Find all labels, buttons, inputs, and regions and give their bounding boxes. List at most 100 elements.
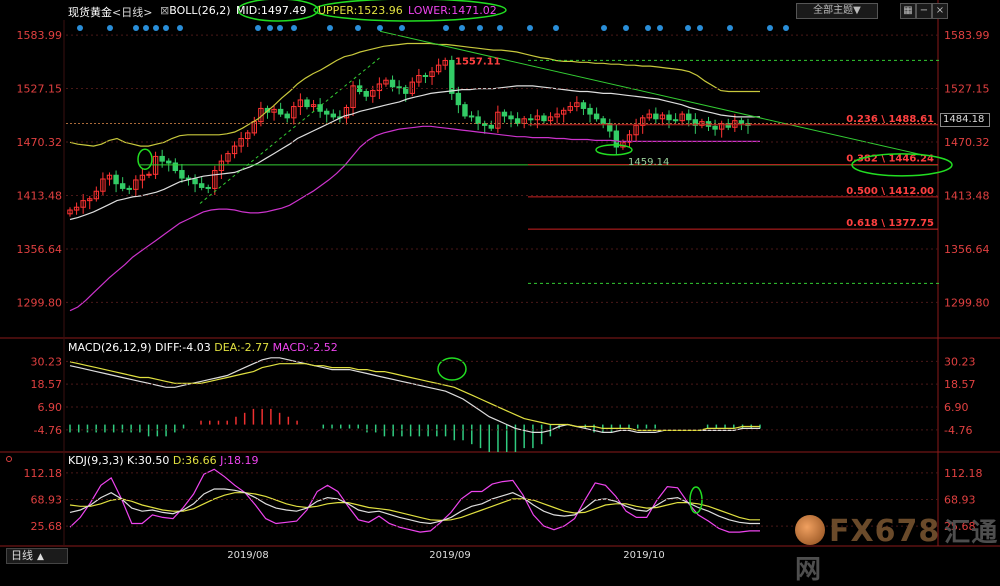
event-dot	[399, 25, 405, 31]
y-tick-label-right: 1583.99	[944, 29, 990, 42]
y-tick-label-right: 1299.80	[944, 296, 990, 309]
event-dot	[277, 25, 283, 31]
candle	[284, 113, 290, 119]
settings-dot-icon	[6, 456, 12, 462]
candle	[468, 115, 475, 118]
y-tick-label: 1470.32	[17, 136, 63, 149]
candle	[113, 174, 119, 185]
boll-mid-value: MID:1497.49	[236, 4, 307, 17]
grid-icon[interactable]: ▦	[900, 3, 916, 19]
candle	[508, 115, 514, 120]
macd-diff-value: DIFF:-4.03	[155, 341, 211, 354]
theme-button[interactable]: 全部主题▼	[796, 3, 878, 19]
y-tick-label-right: 6.90	[944, 401, 969, 414]
fib-level-label: 0.500 \ 1412.00	[846, 186, 934, 197]
logo-icon	[795, 515, 825, 545]
kdj-title: KDJ(9,3,3)	[68, 454, 124, 467]
y-tick-label-right: -4.76	[944, 424, 972, 437]
event-dot	[377, 25, 383, 31]
kdj-j-line	[69, 468, 760, 533]
macd-dea-value: DEA:-2.77	[214, 341, 270, 354]
event-dot	[527, 25, 533, 31]
candle	[172, 162, 179, 172]
candle	[146, 173, 152, 176]
event-dot	[685, 25, 691, 31]
candle	[712, 125, 718, 130]
candle	[686, 113, 692, 121]
high-price-label: 1557.11	[455, 56, 501, 67]
candle	[396, 86, 402, 89]
candle	[179, 170, 185, 179]
x-tick-label: 2019/09	[429, 550, 471, 561]
y-tick-label: 25.68	[31, 520, 63, 533]
y-tick-label: 112.18	[24, 467, 63, 480]
y-tick-label-right: 1470.32	[944, 136, 990, 149]
instrument-title: 现货黄金<日线>	[68, 4, 152, 20]
period-tab[interactable]: 日线 ▲	[6, 548, 68, 564]
kdj-header: KDJ(9,3,3) K:30.50 D:36.66 J:18.19	[68, 454, 259, 467]
y-tick-label: 30.23	[31, 355, 63, 368]
annotation-circle	[137, 148, 153, 170]
boll-mid-line	[69, 85, 760, 221]
y-tick-label-right: 68.93	[944, 494, 976, 507]
fib-level-label: 0.618 \ 1377.75	[846, 218, 934, 229]
boll-upper-value: UPPER:1523.96	[318, 4, 403, 17]
chart-canvas: 0.236 \ 1488.610.382 \ 1446.240.500 \ 14…	[0, 0, 1000, 561]
y-tick-label-right: 112.18	[944, 467, 983, 480]
candle	[324, 110, 330, 115]
candle	[205, 186, 211, 189]
y-tick-label: 1413.48	[17, 189, 63, 202]
candle	[277, 108, 284, 115]
event-dot	[153, 25, 159, 31]
candle	[422, 75, 429, 78]
candle	[672, 119, 679, 122]
y-tick-label-right: 1356.64	[944, 243, 990, 256]
event-dot	[783, 25, 789, 31]
candle	[455, 92, 462, 106]
fib-level-label: 0.236 \ 1488.61	[846, 114, 934, 125]
event-dot	[107, 25, 113, 31]
kdj-d-value: D:36.66	[172, 454, 217, 467]
candle	[192, 178, 198, 185]
event-dot	[143, 25, 149, 31]
y-tick-label-right: 18.57	[944, 378, 976, 391]
kdj-panel	[6, 456, 760, 533]
candle	[462, 104, 468, 117]
minimize-icon[interactable]: −	[916, 3, 932, 19]
y-tick-label: 1356.64	[17, 243, 63, 256]
candle	[580, 102, 587, 109]
macd-dea-line	[69, 361, 760, 431]
event-dot	[623, 25, 629, 31]
macd-title: MACD(26,12,9)	[68, 341, 152, 354]
dashed-trendline	[199, 57, 381, 204]
candle	[304, 99, 310, 108]
event-dot	[727, 25, 733, 31]
price-panel: 0.236 \ 1488.610.382 \ 1446.240.500 \ 14…	[66, 0, 953, 312]
current-price-tag: 1484.18	[940, 113, 990, 127]
kdj-k-value: K:30.50	[127, 454, 170, 467]
y-tick-label-right: 30.23	[944, 355, 976, 368]
candle	[725, 122, 731, 128]
y-tick-label: 1299.80	[17, 296, 63, 309]
period-label: <日线>	[112, 6, 153, 19]
candle	[488, 124, 494, 129]
boll-lower-value: LOWER:1471.02	[408, 4, 497, 17]
event-dot	[133, 25, 139, 31]
candle	[166, 160, 172, 164]
event-dot	[267, 25, 273, 31]
kdj-d-line	[69, 492, 760, 522]
y-tick-label: 68.93	[31, 494, 63, 507]
event-dot	[657, 25, 663, 31]
y-tick-label: 1583.99	[17, 29, 63, 42]
candle	[198, 183, 205, 188]
y-tick-label: 18.57	[31, 378, 63, 391]
candle	[330, 113, 337, 118]
candle	[600, 118, 606, 124]
close-icon[interactable]: ×	[932, 3, 948, 19]
macd-macd-value: MACD:-2.52	[272, 341, 338, 354]
period-tab-label: 日线	[11, 549, 33, 562]
boll-icon: ⊠	[160, 4, 170, 17]
event-dot	[697, 25, 703, 31]
y-tick-label: 6.90	[38, 401, 63, 414]
resistance-trendline	[379, 30, 926, 156]
